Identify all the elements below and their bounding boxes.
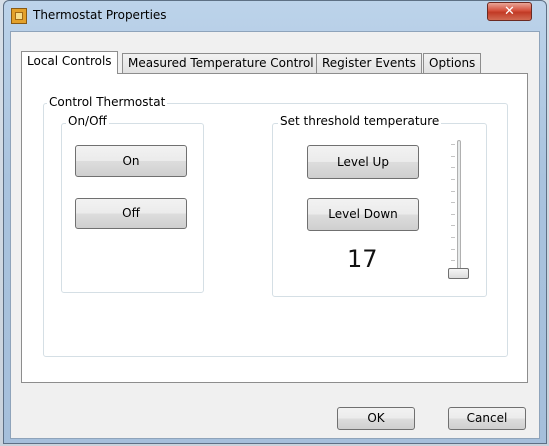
slider-tick	[451, 225, 455, 227]
level-down-button[interactable]: Level Down	[307, 198, 419, 231]
temperature-slider-thumb[interactable]	[448, 268, 469, 279]
level-up-label: Level Up	[337, 155, 389, 169]
off-button-label: Off	[122, 206, 140, 220]
slider-tick	[451, 178, 455, 180]
slider-tick	[451, 190, 455, 192]
slider-tick	[451, 167, 455, 169]
tab-label: Register Events	[322, 56, 416, 70]
cancel-button[interactable]: Cancel	[448, 407, 526, 430]
tab-options[interactable]: Options	[423, 53, 482, 73]
slider-tick	[451, 144, 455, 145]
slider-tick	[451, 202, 455, 204]
threshold-label: Set threshold temperature	[278, 114, 442, 128]
temperature-slider-track[interactable]	[457, 140, 461, 276]
slider-tick	[451, 260, 455, 262]
level-up-button[interactable]: Level Up	[307, 145, 419, 179]
title-bar[interactable]: Thermostat Properties ✕	[4, 1, 546, 31]
tab-local-controls[interactable]: Local Controls	[21, 51, 118, 74]
tab-register-events[interactable]: Register Events	[316, 53, 422, 73]
slider-tick	[451, 155, 455, 157]
cancel-button-label: Cancel	[466, 411, 508, 425]
on-button-label: On	[122, 154, 140, 168]
on-button[interactable]: On	[75, 145, 187, 177]
ok-button-label: OK	[367, 411, 385, 425]
slider-tick	[451, 237, 455, 239]
close-icon: ✕	[504, 4, 515, 19]
slider-tick	[451, 248, 455, 250]
window-title: Thermostat Properties	[33, 8, 167, 22]
thermostat-app-icon	[11, 8, 27, 24]
tab-label: Options	[429, 56, 476, 70]
thermostat-properties-dialog: Thermostat Properties ✕ Local Controls M…	[3, 0, 547, 444]
slider-tick	[451, 213, 455, 215]
tab-measured-temperature-control[interactable]: Measured Temperature Control	[122, 53, 320, 73]
off-button[interactable]: Off	[75, 198, 187, 229]
close-button[interactable]: ✕	[487, 2, 532, 21]
ok-button[interactable]: OK	[337, 407, 415, 430]
level-down-label: Level Down	[328, 207, 398, 221]
local-controls-panel: Control Thermostat On/Off On Off Set thr…	[21, 73, 528, 383]
tab-label: Measured Temperature Control	[128, 56, 314, 70]
dialog-client-area: Local Controls Measured Temperature Cont…	[10, 31, 540, 439]
tab-label: Local Controls	[27, 54, 112, 68]
control-thermostat-label: Control Thermostat	[47, 95, 168, 109]
threshold-value: 17	[347, 245, 378, 273]
on-off-label: On/Off	[66, 114, 109, 128]
